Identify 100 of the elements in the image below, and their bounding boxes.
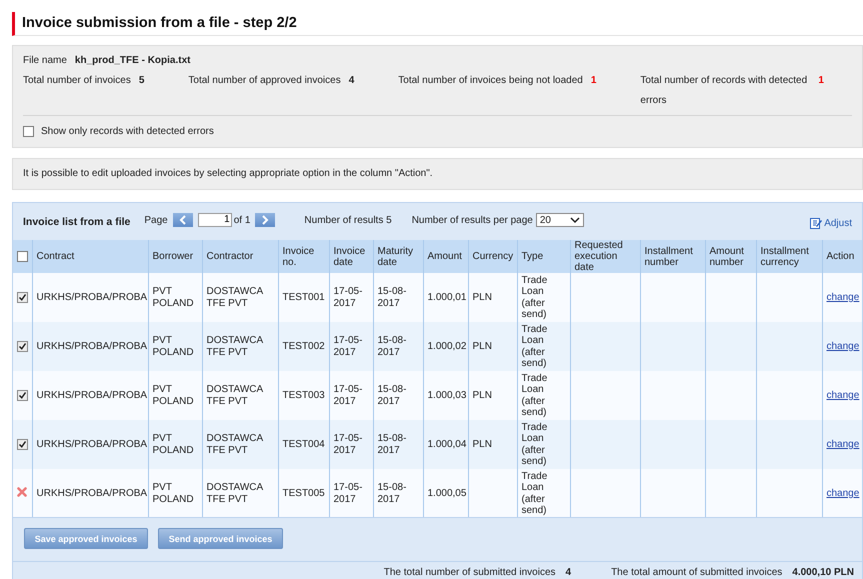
per-page-dropdown[interactable]: 20	[536, 213, 584, 227]
table-cell: PVT POLAND	[152, 482, 194, 504]
column-header: Invoice date	[334, 246, 366, 268]
table-cell: 1.000,01	[428, 292, 466, 303]
table-cell: URKHS/PROBA/PROBA	[36, 488, 148, 499]
table-cell: TEST003	[282, 390, 325, 401]
column-header: Requested execution date	[574, 240, 623, 273]
column-header: Invoice no.	[282, 246, 314, 268]
table-cell: Trade Loan (after send)	[522, 372, 548, 418]
table-cell: PVT POLAND	[152, 384, 194, 406]
pager-label: Page	[144, 214, 168, 226]
stat-value: 4	[348, 74, 354, 88]
row-checkbox[interactable]	[17, 340, 28, 352]
table-cell: 17-05-2017	[334, 482, 362, 504]
results-count: Number of results 5	[304, 214, 392, 226]
adjust-link[interactable]: Adjust	[810, 217, 852, 229]
change-link[interactable]: change	[826, 340, 860, 352]
column-header: Currency	[472, 251, 514, 262]
edit-icon	[810, 217, 822, 229]
checkbox[interactable]	[23, 126, 34, 137]
column-header: Contractor	[206, 251, 254, 262]
table-cell: DOSTAWCA TFE PVT	[206, 286, 263, 308]
table-cell: DOSTAWCA TFE PVT	[206, 433, 263, 456]
stat-value: 5	[138, 74, 144, 88]
table-cell: PVT POLAND	[152, 286, 194, 308]
table-cell: Trade Loan (after send)	[522, 470, 548, 516]
change-link[interactable]: change	[826, 292, 860, 303]
table-cell: PLN	[472, 292, 492, 303]
table-cell: 17-05-2017	[334, 286, 362, 308]
table-cell: PVT POLAND	[152, 433, 194, 456]
previous-page-button[interactable]	[172, 213, 193, 227]
stat-label: Total number of records with detected errors	[640, 74, 808, 108]
table-cell: 15-08-2017	[378, 286, 406, 308]
stat-label: Total number of approved invoices	[188, 74, 341, 88]
table-cell: 15-08-2017	[378, 384, 406, 406]
page-count: of 1	[234, 214, 250, 226]
file-name: kh_prod_TFE - Kopia.txt	[74, 55, 190, 66]
column-header: Borrower	[152, 251, 194, 262]
total-label: The total amount of submitted invoices	[611, 566, 782, 578]
stat-label: Total number of invoices	[23, 74, 131, 88]
stat-value: 1	[590, 74, 596, 88]
table-cell: Trade Loan (after send)	[522, 324, 548, 369]
table-cell: 1.000,02	[428, 340, 466, 352]
field-label: File name	[23, 55, 67, 66]
table-cell: URKHS/PROBA/PROBA	[36, 340, 148, 352]
column-header: Installment number	[644, 246, 693, 268]
error-icon	[17, 486, 27, 497]
chevron-left-icon	[178, 215, 187, 225]
row-checkbox[interactable]	[17, 292, 28, 303]
table-cell: URKHS/PROBA/PROBA	[36, 438, 148, 450]
stat-label: Total number of invoices being not loaded	[398, 74, 583, 88]
total-value: 4	[566, 566, 572, 578]
column-header: Maturity date	[378, 246, 414, 268]
table-cell: DOSTAWCA TFE PVT	[206, 384, 263, 406]
table-cell: URKHS/PROBA/PROBA	[36, 292, 148, 303]
row-checkbox[interactable]	[17, 390, 28, 401]
column-header: Contract	[36, 251, 74, 262]
table-cell: 15-08-2017	[378, 335, 406, 358]
table-cell: 1.000,03	[428, 390, 466, 401]
table-cell: TEST002	[282, 340, 325, 352]
table-cell: URKHS/PROBA/PROBA	[36, 390, 148, 401]
table-cell: 1.000,04	[428, 438, 466, 450]
column-header: Action	[826, 251, 854, 262]
table-cell: 17-05-2017	[334, 335, 362, 358]
total-value: 4.000,10 PLN	[792, 566, 854, 578]
change-link[interactable]: change	[826, 390, 860, 401]
column-header: Installment currency	[760, 246, 809, 268]
table-cell: PLN	[472, 438, 492, 450]
section-title: Invoice list from a file	[23, 216, 130, 228]
table-cell: 17-05-2017	[334, 433, 362, 456]
page-number-field[interactable]: 1	[198, 213, 232, 227]
page-title: Invoice submission from a file - step 2/2	[21, 14, 298, 33]
change-link[interactable]: change	[826, 488, 860, 499]
column-header: Amount number	[710, 246, 744, 268]
caret-icon	[570, 216, 580, 224]
table-cell: 15-08-2017	[378, 433, 406, 456]
column-header: Type	[522, 251, 544, 262]
table-cell: 17-05-2017	[334, 384, 362, 406]
table-cell: TEST001	[282, 292, 325, 303]
table-cell: PLN	[472, 390, 492, 401]
table-cell: PLN	[472, 340, 492, 352]
select-all-checkbox[interactable]	[17, 250, 28, 262]
column-header: Amount	[428, 251, 462, 262]
change-link[interactable]: change	[826, 438, 860, 450]
chevron-right-icon	[261, 215, 270, 225]
table-cell: 1.000,05	[428, 488, 466, 499]
next-page-button[interactable]	[255, 213, 276, 227]
per-page-label: Number of results per page	[412, 214, 533, 226]
table-cell: PVT POLAND	[152, 335, 194, 358]
table-cell: Trade Loan (after send)	[522, 274, 548, 320]
table-cell: 15-08-2017	[378, 482, 406, 504]
table-cell: TEST004	[282, 438, 325, 450]
total-label: The total number of submitted invoices	[384, 566, 556, 578]
row-checkbox[interactable]	[17, 438, 28, 450]
table-cell: DOSTAWCA TFE PVT	[206, 482, 263, 504]
table-cell: DOSTAWCA TFE PVT	[206, 335, 263, 358]
table-cell: Trade Loan (after send)	[522, 422, 548, 467]
checkbox-label: Show only records with detected errors	[41, 126, 214, 137]
stat-value: 1	[818, 74, 824, 88]
info-message: It is possible to edit uploaded invoices by selecting appropriate option in the column "Action".	[23, 168, 433, 179]
